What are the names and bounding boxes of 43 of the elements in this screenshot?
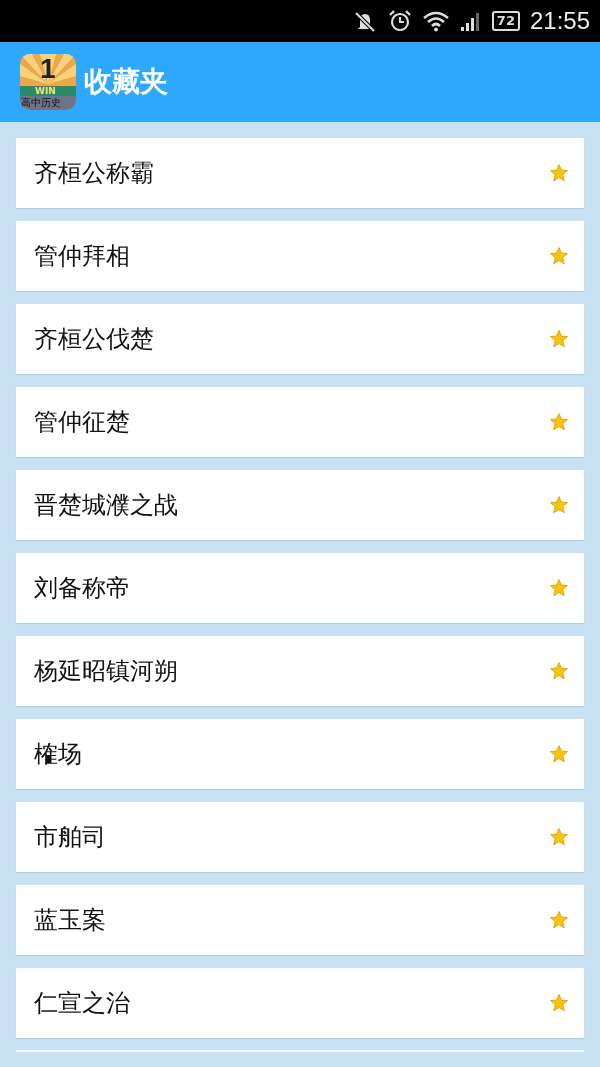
favorite-item[interactable]: 蓝玉案 — [16, 885, 584, 955]
star-icon — [549, 661, 569, 681]
icon-caption: 高中历史 — [21, 96, 61, 110]
item-title: 齐桓公称霸 — [34, 158, 154, 189]
item-title: 管仲征楚 — [34, 407, 130, 438]
item-title: 齐桓公伐楚 — [34, 324, 154, 355]
win-label: WIN — [35, 86, 56, 96]
star-icon — [549, 412, 569, 432]
star-icon — [549, 578, 569, 598]
star-icon — [549, 329, 569, 349]
item-title: 仁宣之治 — [34, 988, 130, 1019]
star-icon — [549, 246, 569, 266]
alarm-clock-icon — [387, 9, 412, 33]
screen-title: 收藏夹 — [84, 64, 168, 100]
favorite-item[interactable]: 榷场 — [16, 719, 584, 789]
favorite-item[interactable]: 管仲拜相 — [16, 221, 584, 291]
favorite-item[interactable]: 齐桓公称霸 — [16, 138, 584, 208]
favorite-item[interactable]: 管仲征楚 — [16, 387, 584, 457]
favorite-item[interactable]: 杨延昭镇河朔 — [16, 636, 584, 706]
item-title: 管仲拜相 — [34, 241, 130, 272]
rank-number: 1 — [40, 55, 56, 83]
item-title: 蓝玉案 — [34, 905, 106, 936]
star-icon — [549, 163, 569, 183]
battery-icon: 72 — [491, 11, 520, 31]
signal-icon — [459, 10, 482, 32]
item-title: 杨延昭镇河朔 — [34, 656, 178, 687]
star-icon — [549, 993, 569, 1013]
star-icon — [549, 744, 569, 764]
favorite-item[interactable]: 齐桓公伐楚 — [16, 304, 584, 374]
star-icon — [549, 827, 569, 847]
favorite-item[interactable]: 市舶司 — [16, 802, 584, 872]
item-title: 市舶司 — [34, 822, 106, 853]
star-icon — [549, 910, 569, 930]
item-title: 刘备称帝 — [34, 573, 130, 604]
favorite-item[interactable]: 仁宣之治 — [16, 968, 584, 1038]
star-icon — [549, 495, 569, 515]
favorite-item[interactable]: 刘备称帝 — [16, 553, 584, 623]
clock-time: 21:55 — [529, 7, 590, 35]
item-title: 榷场 — [34, 739, 82, 770]
sunburst-drawing — [20, 54, 76, 110]
wifi-icon — [421, 10, 450, 32]
item-title: 晋楚城濮之战 — [34, 490, 178, 521]
favorite-item[interactable]: 晋楚城濮之战 — [16, 470, 584, 540]
